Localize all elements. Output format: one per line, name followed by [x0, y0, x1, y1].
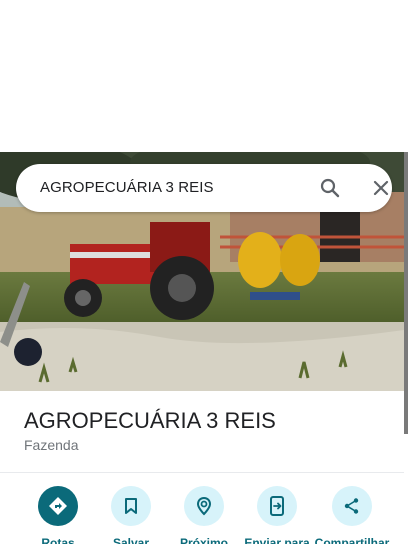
directions-icon: [38, 486, 78, 526]
share-icon: [332, 486, 372, 526]
nearby-button[interactable]: Próximo: [167, 486, 241, 544]
nearby-icon: [184, 486, 224, 526]
place-category[interactable]: Fazenda: [24, 437, 78, 453]
scrollbar[interactable]: [404, 152, 408, 434]
search-input[interactable]: AGROPECUÁRIA 3 REIS: [40, 164, 214, 212]
directions-label: Rotas: [41, 536, 75, 544]
divider: [0, 472, 404, 473]
place-title: AGROPECUÁRIA 3 REIS: [24, 408, 276, 433]
nearby-label: Próximo: [179, 536, 228, 544]
action-bar: Rotas Salvar Próximo Enviar para Compart…: [0, 486, 408, 544]
search-box[interactable]: AGROPECUÁRIA 3 REIS: [16, 164, 392, 212]
share-button[interactable]: Compartilhar: [313, 486, 391, 544]
bookmark-icon: [111, 486, 151, 526]
save-button[interactable]: Salvar: [94, 486, 168, 544]
share-label: Compartilhar: [314, 536, 390, 544]
send-to-phone-label: Enviar para: [244, 536, 310, 544]
directions-button[interactable]: Rotas: [21, 486, 95, 544]
search-icon[interactable]: [318, 176, 342, 200]
send-to-phone-button[interactable]: Enviar para: [240, 486, 314, 544]
save-label: Salvar: [112, 536, 150, 544]
send-to-phone-icon: [257, 486, 297, 526]
close-icon[interactable]: [369, 176, 393, 200]
